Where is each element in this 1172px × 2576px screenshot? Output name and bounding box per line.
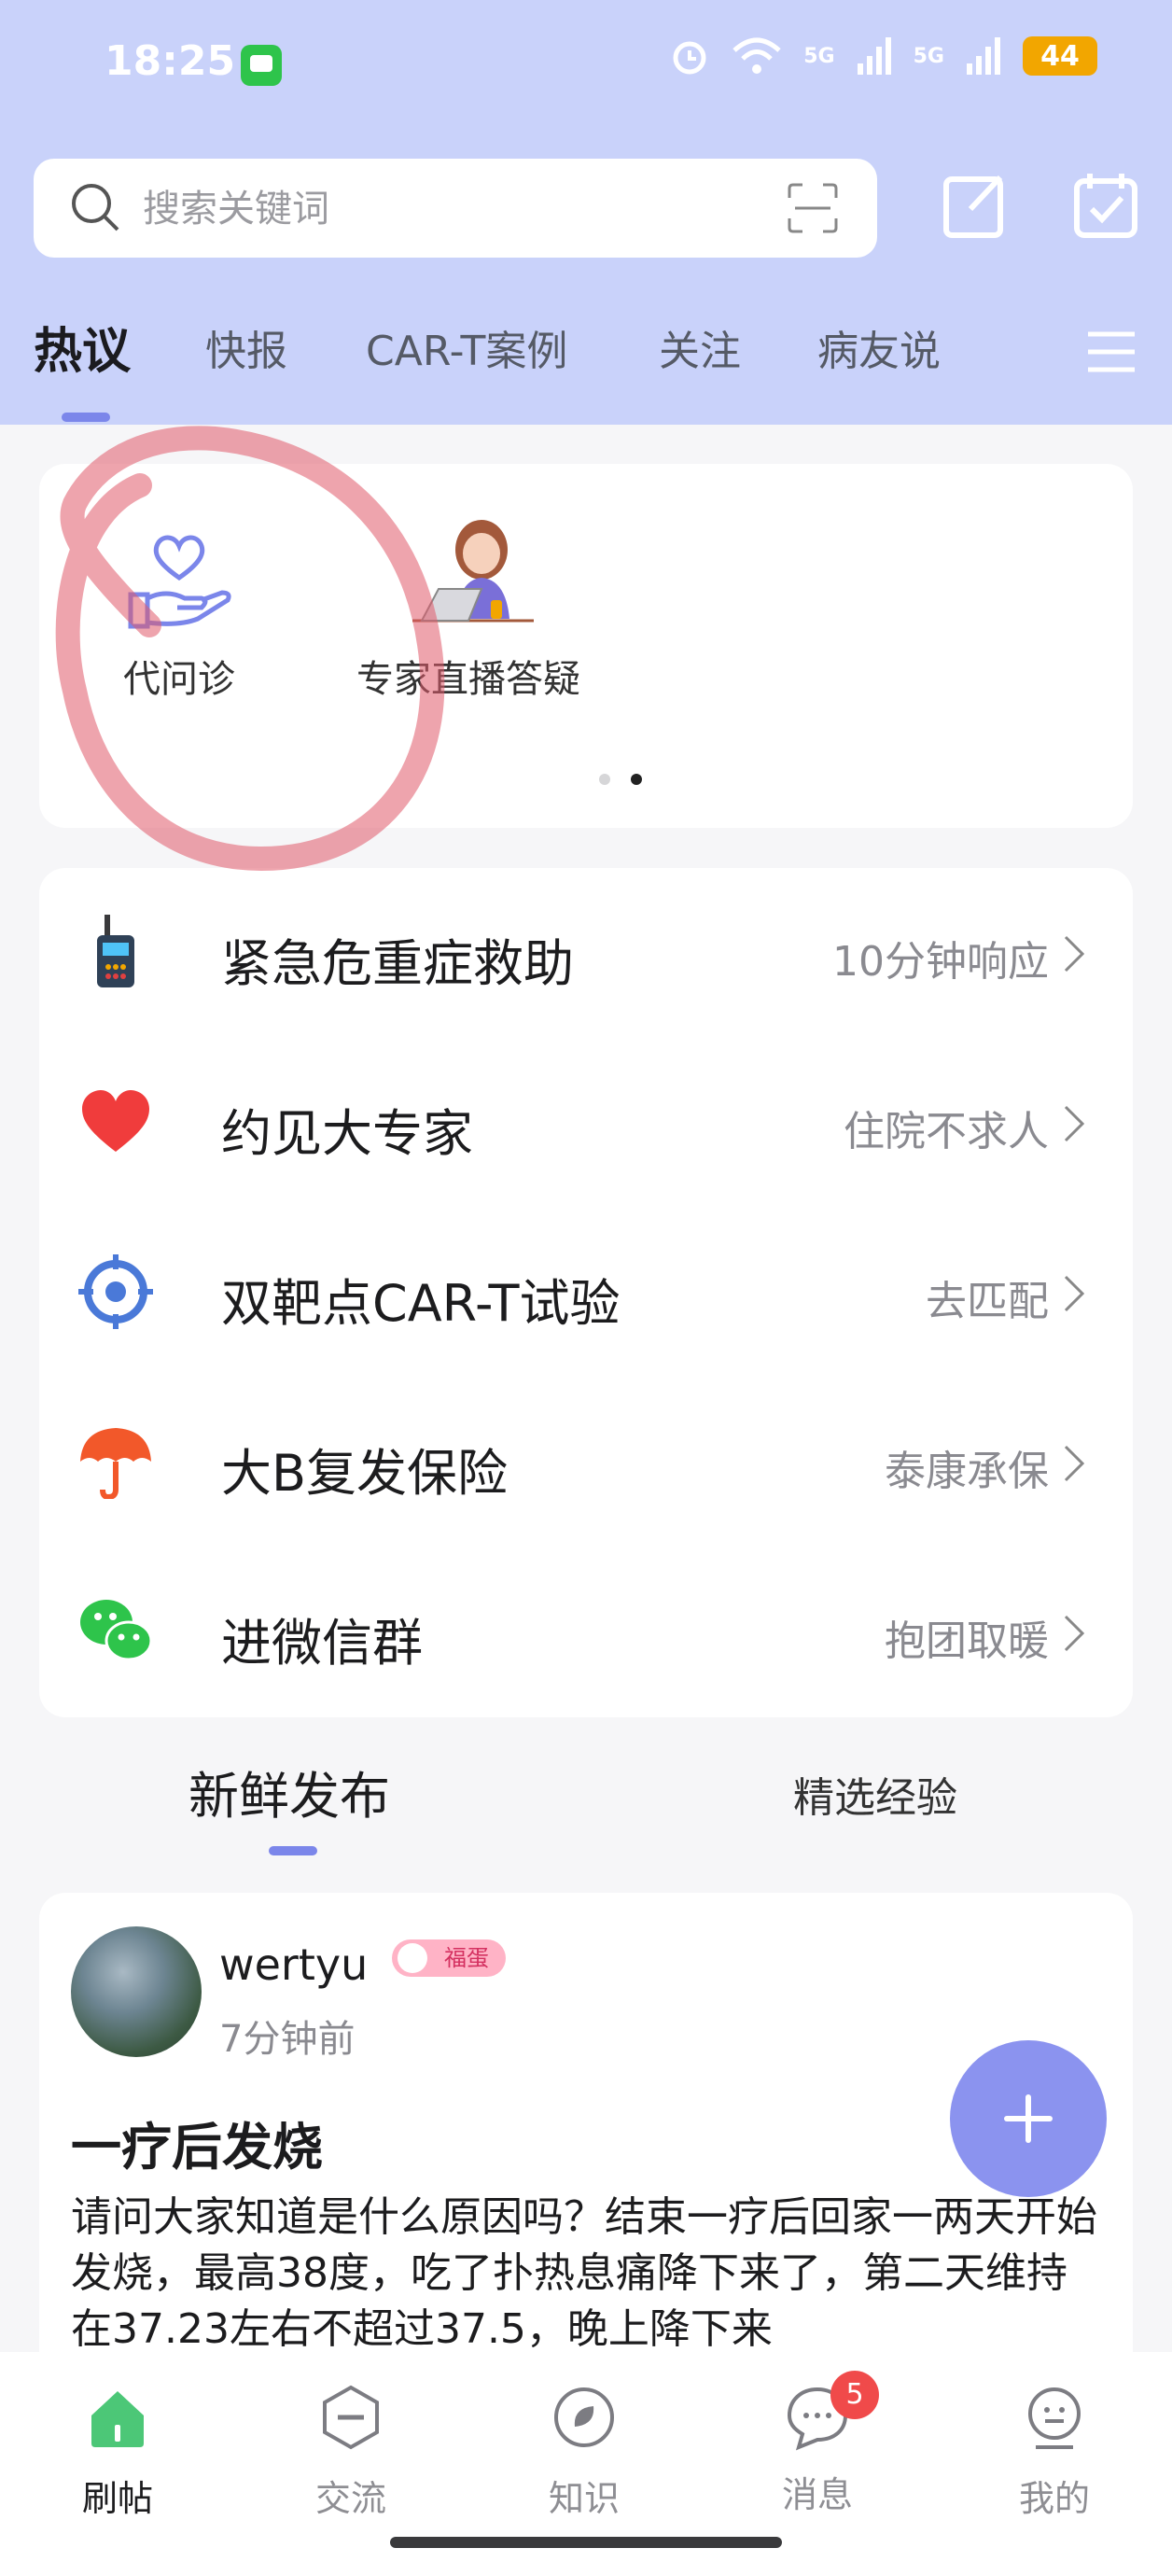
scan-icon[interactable] [786, 181, 840, 235]
quick-action-label: 代问诊 [123, 658, 235, 701]
target-icon [78, 1254, 153, 1329]
leaf-icon [554, 2387, 614, 2447]
status-icons: 5G 5G 44 [669, 35, 1097, 77]
nav-label: 知识 [548, 2478, 620, 2519]
avatar[interactable] [71, 1926, 202, 2057]
user-badge: 福蛋 [392, 1939, 506, 1977]
service-subtitle: 泰康承保 [885, 1448, 1049, 1495]
heart-icon [82, 1090, 149, 1152]
service-title: 约见大专家 [221, 1104, 473, 1163]
category-tabs: 热议 快报 CAR-T案例 关注 病友说 [0, 317, 1172, 425]
signal-5g-icon: 5G [803, 44, 835, 68]
nav-profile[interactable]: 我的 [980, 2384, 1129, 2521]
service-row-insurance[interactable]: 大B复发保险 泰康承保 [39, 1378, 1133, 1547]
service-subtitle: 去匹配 [926, 1278, 1049, 1325]
badge-egg-icon [398, 1943, 427, 1973]
feed-tabs: 新鲜发布 精选经验 [0, 1745, 1172, 1857]
post-time: 7分钟前 [219, 2018, 356, 2061]
service-subtitle: 抱团取暖 [885, 1617, 1049, 1665]
service-title: 大B复发保险 [221, 1444, 509, 1503]
status-bar: 18:25 5G 5G 44 [0, 0, 1172, 131]
home-indicator[interactable] [390, 2537, 782, 2548]
chevron-right-icon [1064, 1105, 1085, 1142]
home-icon [91, 2391, 144, 2447]
tab-follow[interactable]: 关注 [659, 317, 741, 377]
umbrella-icon [80, 1428, 151, 1499]
post-username[interactable]: wertyu [219, 1939, 368, 1990]
search-icon [72, 184, 119, 231]
tab-patients[interactable]: 病友说 [817, 317, 941, 377]
nav-label: 消息 [781, 2474, 853, 2515]
signal-bars-icon-2 [967, 37, 1000, 75]
quick-actions-card: 代问诊 专家直播答疑 [39, 464, 1133, 828]
header: 18:25 5G 5G 44 热议 快报 CAR-T案例 关注 病友说 [0, 0, 1172, 425]
wifi-icon [732, 37, 781, 74]
service-row-wechat-group[interactable]: 进微信群 抱团取暖 [39, 1547, 1133, 1717]
tab-latest[interactable]: 新鲜发布 [188, 1755, 390, 1828]
calendar-check-icon[interactable] [1069, 168, 1144, 243]
quick-action-label: 专家直播答疑 [356, 658, 580, 701]
page-indicator [599, 774, 642, 785]
post-title: 一疗后发烧 [71, 2118, 323, 2177]
badge-label: 福蛋 [444, 1945, 489, 1971]
chevron-right-icon [1064, 1615, 1085, 1652]
chat-icon-wrap: 5 [784, 2371, 879, 2451]
nav-exchange[interactable]: 交流 [276, 2384, 426, 2521]
create-post-button[interactable] [950, 2040, 1107, 2197]
service-title: 进微信群 [221, 1614, 423, 1673]
quick-action-expert-live[interactable]: 专家直播答疑 [328, 511, 608, 703]
menu-icon[interactable] [1084, 325, 1138, 379]
status-time: 18:25 [105, 37, 236, 85]
doctor-laptop-icon [412, 520, 534, 623]
chevron-right-icon [1064, 935, 1085, 973]
tab-hot[interactable]: 热议 [34, 312, 131, 382]
service-subtitle: 10分钟响应 [832, 938, 1049, 986]
quick-action-proxy-consult[interactable]: 代问诊 [105, 529, 254, 703]
tab-featured[interactable]: 精选经验 [793, 1764, 957, 1824]
walkie-talkie-icon [97, 915, 134, 987]
battery-icon: 44 [1023, 36, 1097, 76]
nav-messages[interactable]: 5 消息 [743, 2371, 892, 2517]
chevron-right-icon [1064, 1445, 1085, 1482]
nav-label: 交流 [314, 2478, 386, 2519]
heart-hand-icon [128, 535, 231, 629]
service-title: 紧急危重症救助 [221, 934, 574, 993]
face-icon [1028, 2387, 1081, 2449]
search-input[interactable] [141, 183, 742, 235]
service-title: 双靶点CAR-T试验 [221, 1274, 621, 1333]
signal-5g-icon-2: 5G [913, 44, 944, 68]
services-card: 紧急危重症救助 10分钟响应 约见大专家 住院不求人 双靶点CAR-T试验 去匹… [39, 868, 1133, 1717]
service-row-cart-trial[interactable]: 双靶点CAR-T试验 去匹配 [39, 1208, 1133, 1378]
nav-label: 刷帖 [81, 2478, 153, 2519]
edit-icon[interactable] [939, 168, 1013, 243]
alarm-icon [673, 41, 706, 75]
messages-app-icon [241, 45, 282, 86]
nav-label: 我的 [1018, 2478, 1090, 2519]
page-dot [599, 774, 610, 785]
service-row-emergency[interactable]: 紧急危重症救助 10分钟响应 [39, 868, 1133, 1038]
unread-badge: 5 [830, 2371, 879, 2419]
service-subtitle: 住院不求人 [844, 1108, 1049, 1155]
page-dot-active [631, 774, 642, 785]
tab-news[interactable]: 快报 [205, 317, 287, 377]
tab-active-indicator [62, 413, 110, 422]
tab-cart-cases[interactable]: CAR-T案例 [366, 317, 567, 377]
search-bar[interactable] [34, 159, 877, 258]
feed-tab-active-indicator [269, 1846, 317, 1855]
chevron-right-icon [1064, 1275, 1085, 1312]
service-row-expert[interactable]: 约见大专家 住院不求人 [39, 1038, 1133, 1208]
post-body: 请问大家知道是什么原因吗？结束一疗后回家一两天开始发烧，最高38度，吃了扑热息痛… [71, 2193, 1097, 2353]
minus-hexagon-icon [323, 2385, 379, 2450]
nav-knowledge[interactable]: 知识 [509, 2384, 659, 2521]
wechat-icon [80, 1600, 153, 1661]
nav-feed[interactable]: 刷帖 [43, 2384, 192, 2521]
signal-bars-icon [857, 37, 891, 75]
